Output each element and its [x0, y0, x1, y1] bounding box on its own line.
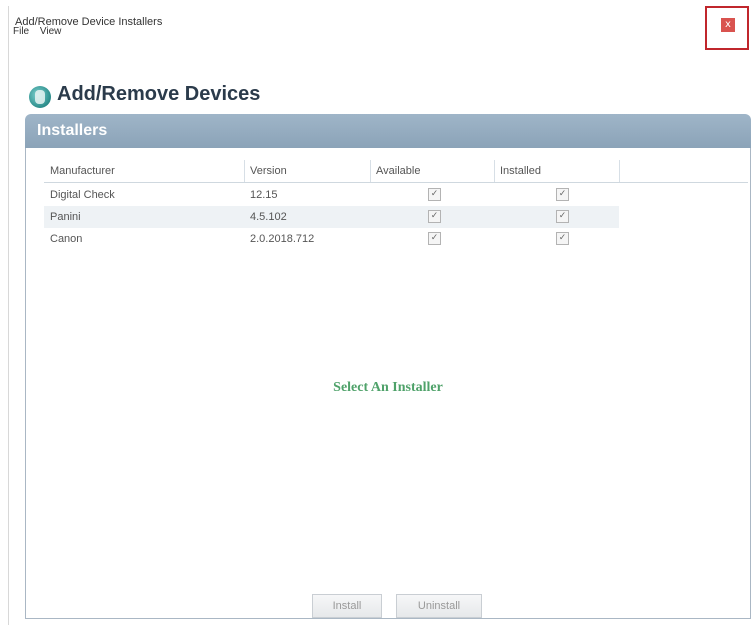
app-window: Add/Remove Device Installers x File View… [8, 6, 756, 625]
installed-checkbox[interactable]: ✓ [556, 188, 569, 201]
cell-manufacturer: Digital Check [50, 189, 115, 201]
header-manufacturer[interactable]: Manufacturer [50, 165, 115, 177]
panel-title: Installers [37, 122, 108, 139]
installed-checkbox[interactable]: ✓ [556, 232, 569, 245]
header-available[interactable]: Available [376, 165, 420, 177]
cell-version: 4.5.102 [250, 211, 287, 223]
available-checkbox[interactable]: ✓ [428, 210, 441, 223]
device-icon [29, 86, 51, 108]
close-icon: x [721, 18, 735, 32]
header-version[interactable]: Version [250, 165, 287, 177]
available-checkbox[interactable]: ✓ [428, 232, 441, 245]
installers-panel-header: Installers [25, 114, 751, 148]
cell-manufacturer: Panini [50, 211, 81, 223]
installers-panel: Manufacturer Version Available Installed… [25, 148, 751, 619]
select-installer-message: Select An Installer [333, 380, 443, 395]
installed-checkbox[interactable]: ✓ [556, 210, 569, 223]
close-button[interactable]: x [705, 6, 749, 50]
cell-version: 12.15 [250, 189, 278, 201]
cell-manufacturer: Canon [50, 233, 83, 245]
cell-version: 2.0.2018.712 [250, 233, 315, 245]
title-bar: Add/Remove Device Installers x [9, 6, 756, 50]
menu-bar: File View [13, 26, 69, 42]
table-row[interactable]: Canon 2.0.2018.712 ✓ ✓ [44, 228, 619, 250]
page-title: Add/Remove Devices [57, 83, 261, 105]
available-checkbox[interactable]: ✓ [428, 188, 441, 201]
uninstall-button[interactable]: Uninstall [396, 594, 482, 618]
table-row[interactable]: Digital Check 12.15 ✓ ✓ [44, 184, 619, 206]
header-installed[interactable]: Installed [500, 165, 541, 177]
table-row[interactable]: Panini 4.5.102 ✓ ✓ [44, 206, 619, 228]
menu-view[interactable]: View [40, 26, 62, 37]
menu-file[interactable]: File [13, 26, 29, 37]
install-button[interactable]: Install [312, 594, 382, 618]
table-header: Manufacturer Version Available Installed [44, 160, 748, 183]
